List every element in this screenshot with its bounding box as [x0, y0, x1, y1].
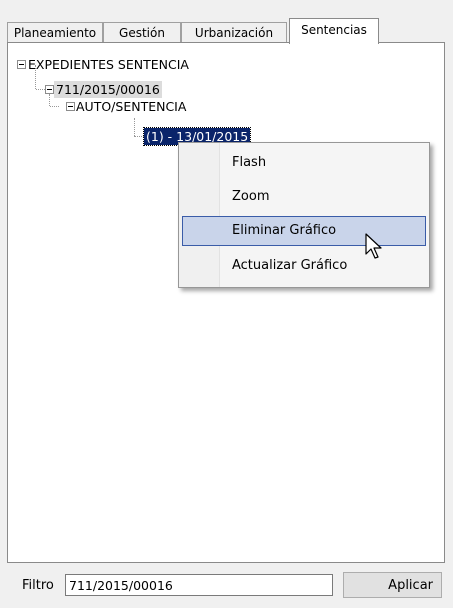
mouse-pointer-icon [365, 233, 382, 259]
apply-button[interactable]: Aplicar [343, 572, 442, 598]
tree-node-label: EXPEDIENTES SENTENCIA [28, 57, 189, 72]
tree-node-expediente[interactable]: 711/2015/00016 [54, 81, 162, 98]
menu-item-zoom[interactable]: Zoom [182, 182, 426, 212]
collapse-icon[interactable] [17, 60, 26, 69]
tree-connector [134, 118, 135, 136]
tab-sentencias[interactable]: Sentencias [289, 18, 379, 44]
sentencias-tree[interactable]: EXPEDIENTES SENTENCIA 711/2015/00016 AUT… [8, 43, 444, 562]
filter-input[interactable] [65, 574, 333, 596]
tab-gestion[interactable]: Gestión [103, 22, 181, 42]
tree-connector [36, 89, 45, 90]
tree-node-category[interactable]: AUTO/SENTENCIA [74, 98, 188, 115]
tree-node-label: 711/2015/00016 [56, 82, 160, 97]
filter-label: Filtro [22, 578, 54, 593]
menu-item-actualizar-grafico[interactable]: Actualizar Gráfico [182, 251, 426, 281]
filter-bar: Filtro Aplicar [0, 566, 453, 608]
tree-node-label: AUTO/SENTENCIA [76, 99, 187, 114]
menu-item-flash[interactable]: Flash [182, 148, 426, 178]
context-menu: Flash Zoom Eliminar Gráfico Actualizar G… [178, 142, 430, 288]
sentencias-panel: EXPEDIENTES SENTENCIA 711/2015/00016 AUT… [7, 42, 445, 563]
tree-connector [49, 94, 50, 106]
tree-node-root[interactable]: EXPEDIENTES SENTENCIA [26, 56, 191, 73]
tab-planeamiento[interactable]: Planeamiento [7, 22, 103, 42]
menu-item-eliminar-grafico[interactable]: Eliminar Gráfico [182, 216, 426, 246]
tab-strip: Planeamiento Gestión Urbanización Senten… [7, 12, 447, 44]
tab-urbanizacion[interactable]: Urbanización [181, 22, 287, 42]
collapse-icon[interactable] [45, 85, 54, 94]
tree-connector [50, 106, 59, 107]
